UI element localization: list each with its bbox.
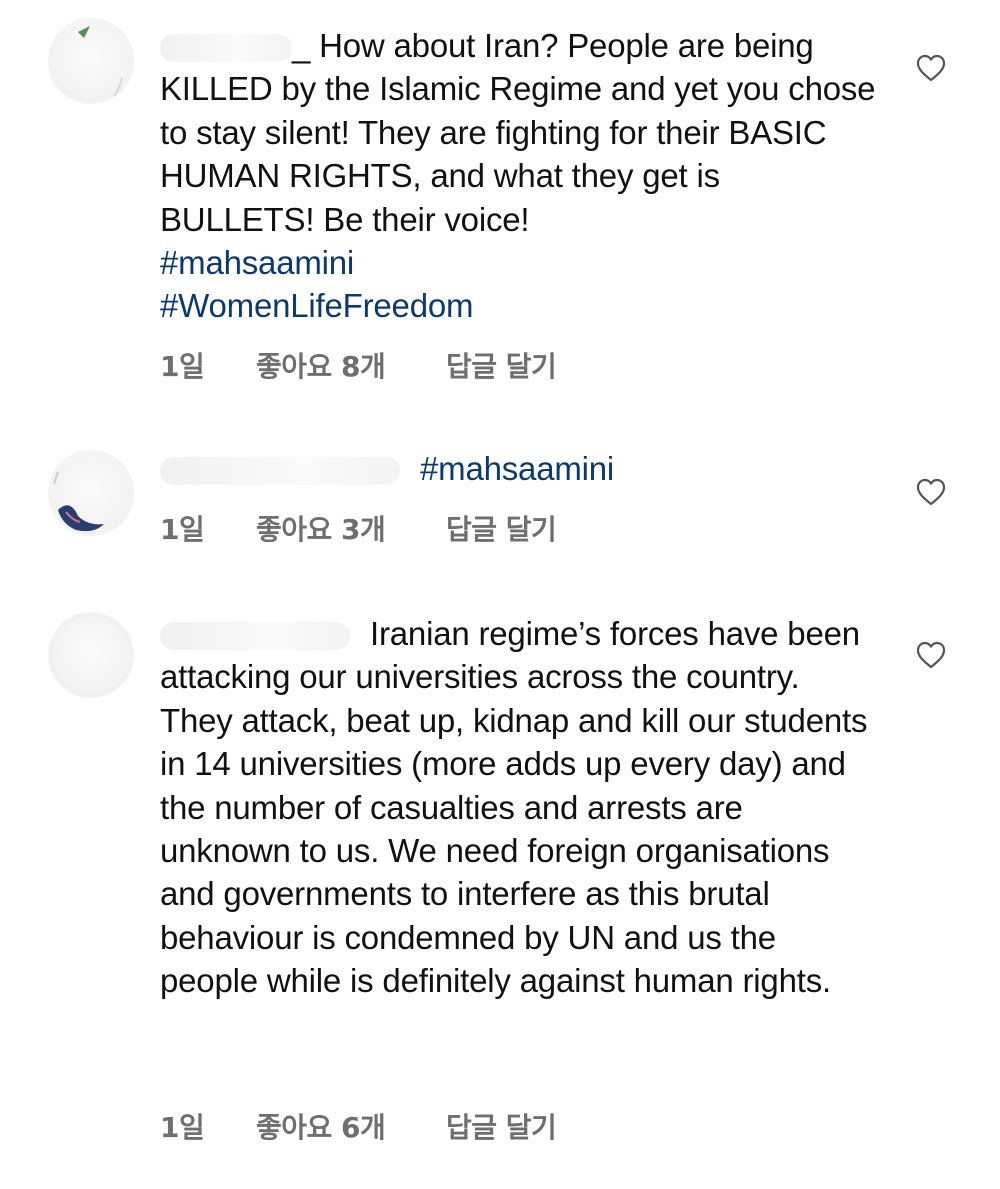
reply-button[interactable]: 답글 달기 xyxy=(446,1106,557,1146)
hashtag-link[interactable]: #WomenLifeFreedom xyxy=(160,284,880,327)
username-suffix: _ xyxy=(292,27,311,64)
like-button[interactable] xyxy=(916,641,946,669)
avatar[interactable] xyxy=(48,450,134,536)
comment-meta: 1일 좋아요 3개 답글 달기 xyxy=(160,508,557,548)
hashtag-link[interactable]: #mahsaamini xyxy=(420,450,614,487)
comment-timestamp: 1일 xyxy=(160,1111,205,1144)
heart-outline-icon xyxy=(916,54,946,82)
avatar[interactable] xyxy=(48,612,134,698)
user-avatar-icon xyxy=(78,26,123,97)
comment-text: Iranian regime’s forces have been attack… xyxy=(160,612,880,1003)
comment-body: Iranian regime’s forces have been attack… xyxy=(160,615,868,1000)
like-count[interactable]: 좋아요 6개 xyxy=(256,1106,446,1146)
user-avatar-icon xyxy=(50,614,132,696)
like-count[interactable]: 좋아요 8개 xyxy=(256,345,446,385)
comment-text: #mahsaamini xyxy=(160,447,880,490)
comment-timestamp: 1일 xyxy=(160,513,205,546)
comment-meta: 1일 좋아요 8개 답글 달기 xyxy=(160,345,557,385)
like-count[interactable]: 좋아요 3개 xyxy=(256,508,446,548)
hashtag-link[interactable]: #mahsaamini xyxy=(160,241,880,284)
blurred-username[interactable] xyxy=(160,622,350,651)
comment-meta: 1일 좋아요 6개 답글 달기 xyxy=(160,1106,557,1146)
reply-button[interactable]: 답글 달기 xyxy=(446,345,557,385)
like-button[interactable] xyxy=(916,478,946,506)
blurred-username[interactable] xyxy=(160,34,292,63)
heart-outline-icon xyxy=(916,478,946,506)
comment-text: _ How about Iran? People are being KILLE… xyxy=(160,24,880,328)
like-button[interactable] xyxy=(916,54,946,82)
reply-button[interactable]: 답글 달기 xyxy=(446,508,557,548)
heart-outline-icon xyxy=(916,641,946,669)
comment-timestamp: 1일 xyxy=(160,350,205,383)
user-avatar-icon xyxy=(53,471,104,532)
avatar[interactable] xyxy=(48,18,134,104)
blurred-username[interactable] xyxy=(160,457,400,486)
